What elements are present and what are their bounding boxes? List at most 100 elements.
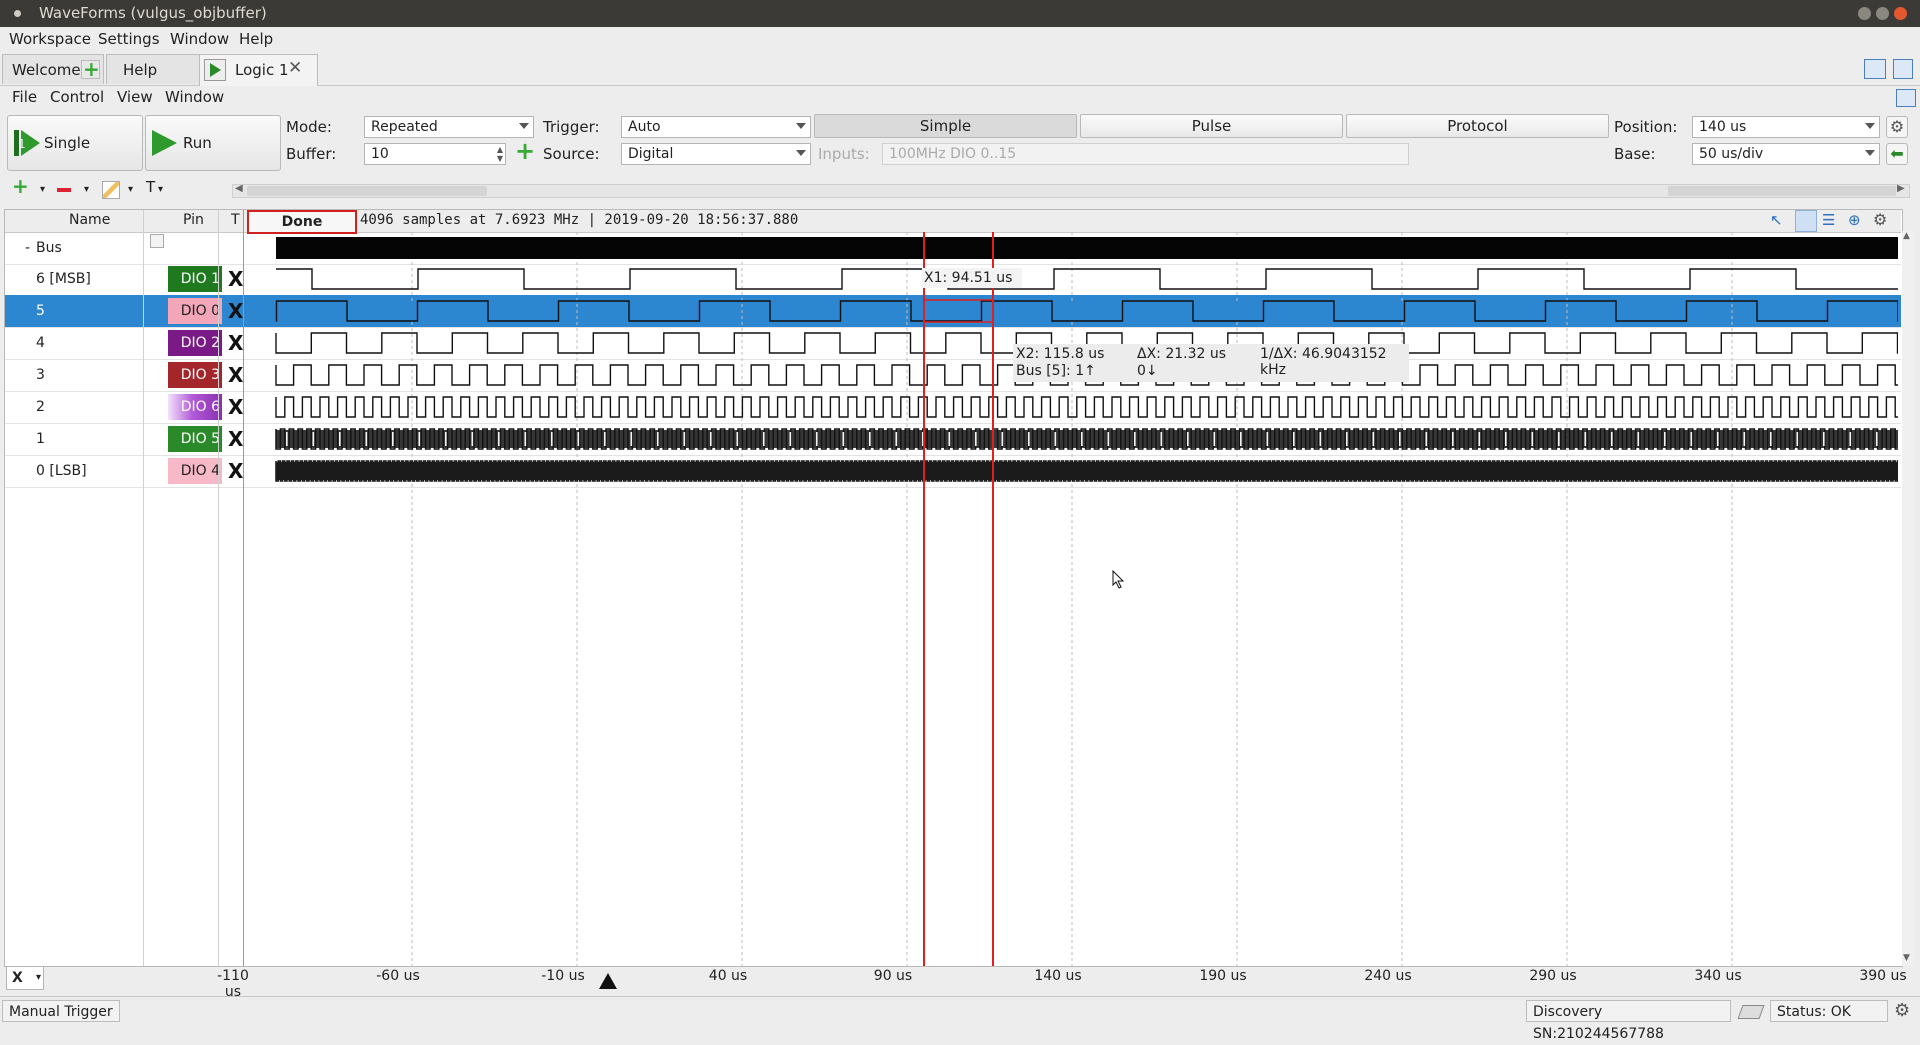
dropdown-arrow-icon[interactable]: ▾ [158, 184, 163, 195]
device-label: Discovery SN:210244567788 [1533, 1004, 1664, 1042]
trace-gap [418, 432, 421, 446]
remove-channel-icon[interactable] [57, 188, 71, 192]
bus-trace[interactable] [276, 237, 1898, 259]
trace-gap [286, 432, 288, 446]
reset-arrow-icon[interactable]: ⬅ [1886, 143, 1908, 165]
channel-name[interactable]: 2 [36, 391, 45, 423]
scrollbar-thumb-right[interactable] [1668, 186, 1896, 196]
tab-welcome-label: Welcome [12, 61, 81, 79]
app-menu-icon[interactable] [14, 10, 21, 17]
t-column-header[interactable]: T [231, 212, 240, 228]
waveform-canvas[interactable] [248, 209, 1898, 969]
add-buffer-icon[interactable]: + [515, 137, 535, 165]
base-select[interactable]: 50 us/div [1692, 143, 1880, 165]
trace-gap [1690, 432, 1693, 446]
split-icon[interactable] [1893, 59, 1913, 79]
simple-trigger-button[interactable]: Simple [814, 114, 1077, 138]
scroll-down-arrow[interactable]: ▼ [1903, 953, 1910, 963]
pin-badge[interactable]: DIO 0 [168, 298, 222, 324]
trigger-condition-icon[interactable]: X [228, 391, 243, 423]
tab-welcome[interactable]: Welcome + [2, 54, 104, 84]
pin-t-divider [218, 210, 219, 966]
minimize-button[interactable] [1858, 7, 1871, 20]
trigger-condition-icon[interactable]: X [228, 423, 243, 455]
maximize-button[interactable] [1876, 7, 1889, 20]
trace-gap [1293, 432, 1295, 446]
collapse-toggle[interactable]: - [25, 232, 30, 264]
pin-column-header[interactable]: Pin [183, 212, 204, 228]
bus-edit-icon[interactable] [150, 234, 164, 248]
settings-gear-icon[interactable]: ⚙ [1886, 116, 1908, 138]
run-button[interactable]: Run [145, 115, 281, 171]
wave-high-segment [629, 301, 700, 321]
channel-name[interactable]: 5 [36, 295, 45, 327]
name-column-header[interactable]: Name [69, 212, 110, 228]
menu-control[interactable]: Control [50, 88, 104, 106]
scroll-up-arrow[interactable]: ▲ [1903, 231, 1910, 241]
add-channel-icon[interactable]: + [12, 174, 29, 198]
spin-arrows-icon[interactable]: ▲ ▼ [497, 145, 503, 163]
trace-gap [1266, 432, 1269, 446]
manual-trigger-button[interactable]: Manual Trigger [2, 1000, 120, 1022]
trigger-condition-icon[interactable]: X [228, 263, 243, 295]
channel-trace[interactable] [276, 268, 1898, 290]
horizontal-scrollbar[interactable]: ◀ ▶ [232, 183, 1910, 198]
channel-name[interactable]: 0 [LSB] [36, 455, 87, 487]
text-format-icon[interactable]: T [146, 178, 155, 196]
status-gear-icon[interactable]: ⚙ [1894, 1000, 1910, 1021]
dropdown-arrow-icon[interactable]: ▾ [128, 184, 133, 195]
channel-name[interactable]: 6 [MSB] [36, 263, 91, 295]
vertical-scrollbar[interactable]: ▲ ▼ [1902, 231, 1914, 966]
trigger-position-marker-icon[interactable] [598, 972, 618, 990]
scrollbar-right-arrow[interactable]: ▶ [1897, 183, 1905, 194]
trace-gap [1213, 432, 1216, 446]
channel-name[interactable]: 1 [36, 423, 45, 455]
wave-high-segment [1757, 301, 1828, 321]
trace-gap [736, 432, 739, 446]
trigger-condition-icon[interactable]: X [228, 455, 243, 487]
trigger-condition-icon[interactable]: X [228, 295, 243, 327]
pin-badge[interactable]: DIO 6 [168, 394, 222, 420]
menu-view[interactable]: View [117, 88, 153, 106]
channel-name[interactable]: 3 [36, 359, 45, 391]
menu-window[interactable]: Window [170, 30, 229, 48]
trigger-condition-icon[interactable]: X [228, 327, 243, 359]
single-button[interactable]: 1 Single [7, 115, 143, 171]
add-icon[interactable]: + [81, 57, 100, 81]
menu-file[interactable]: File [12, 88, 37, 106]
menu-workspace[interactable]: Workspace [9, 30, 91, 48]
pin-badge[interactable]: DIO 5 [168, 426, 222, 452]
channel-trace[interactable] [275, 396, 1898, 418]
trigger-select[interactable]: Auto [621, 116, 811, 138]
close-tab-icon[interactable]: ✕ [288, 58, 302, 78]
trace-gap [524, 432, 527, 446]
position-select[interactable]: 140 us [1692, 116, 1880, 138]
pin-badge[interactable]: DIO 2 [168, 330, 222, 356]
close-button[interactable] [1894, 7, 1907, 20]
trigger-condition-icon[interactable]: X [228, 359, 243, 391]
mode-select[interactable]: Repeated [364, 116, 534, 138]
dropdown-arrow-icon[interactable]: ▾ [40, 184, 45, 195]
channel-name[interactable]: 4 [36, 327, 45, 359]
protocol-trigger-button[interactable]: Protocol [1346, 114, 1609, 138]
pin-badge[interactable]: DIO 3 [168, 362, 222, 388]
pin-badge[interactable]: DIO 1 [168, 266, 222, 292]
menu-instrument-window[interactable]: Window [165, 88, 224, 106]
pulse-trigger-button[interactable]: Pulse [1080, 114, 1343, 138]
device-status[interactable]: Discovery SN:210244567788 [1526, 1000, 1731, 1042]
edit-channel-icon[interactable] [102, 181, 120, 199]
buffer-spinbox[interactable]: 10 ▲ ▼ [364, 143, 506, 165]
axis-unit-selector[interactable]: X ▾ [6, 966, 44, 990]
channel-name[interactable]: Bus [36, 232, 62, 264]
pin-badge[interactable]: DIO 4 [168, 458, 222, 484]
dock-icon[interactable] [1864, 59, 1886, 79]
scrollbar-thumb[interactable] [247, 186, 487, 196]
undock-icon[interactable] [1896, 89, 1916, 107]
scrollbar-left-arrow[interactable]: ◀ [235, 183, 243, 194]
dropdown-arrow-icon[interactable]: ▾ [84, 184, 89, 195]
tab-help[interactable]: Help [106, 54, 200, 84]
tab-logic[interactable]: Logic 1 ✕ [199, 54, 318, 86]
source-select[interactable]: Digital [621, 143, 811, 165]
menu-help[interactable]: Help [239, 30, 273, 48]
menu-settings[interactable]: Settings [98, 30, 160, 48]
